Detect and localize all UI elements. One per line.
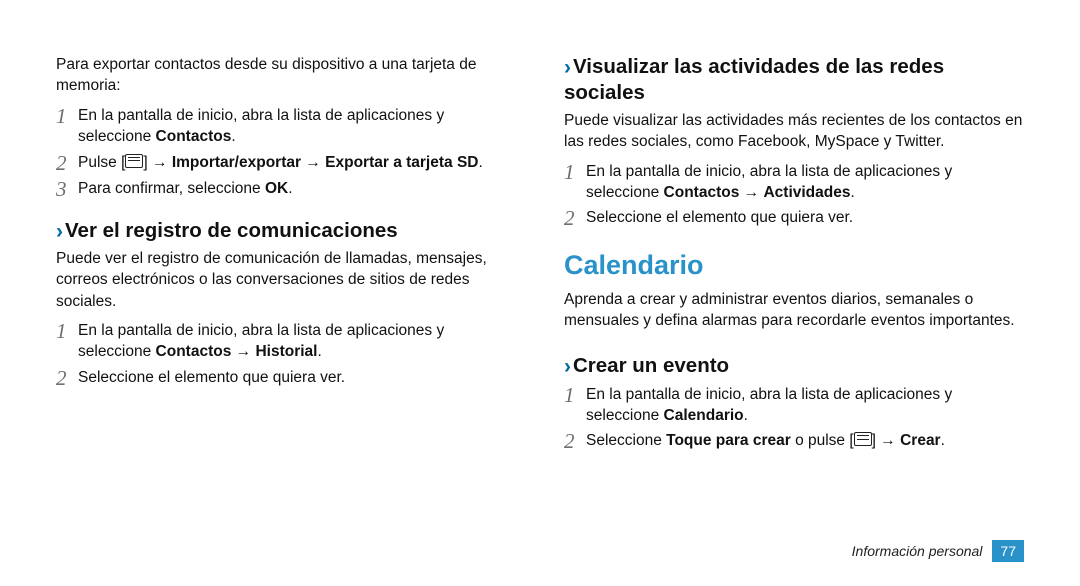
step-body: Seleccione el elemento que quiera ver. — [586, 207, 1024, 228]
heading-sociales: ›Visualizar las actividades de las redes… — [564, 54, 1024, 106]
step-number: 1 — [564, 385, 586, 406]
chevron-right-icon: › — [564, 355, 571, 378]
menu-icon — [125, 154, 143, 168]
heading-calendario: Calendario — [564, 247, 1024, 284]
page-footer: Información personal 77 — [852, 540, 1024, 562]
sociales-intro: Puede visualizar las actividades más rec… — [564, 110, 1024, 153]
step-body: En la pantalla de inicio, abra la lista … — [586, 384, 1024, 427]
footer-section-label: Información personal — [852, 543, 983, 559]
menu-icon — [854, 432, 872, 446]
sociales-step-1: 1 En la pantalla de inicio, abra la list… — [564, 161, 1024, 204]
right-column: ›Visualizar las actividades de las redes… — [564, 54, 1024, 456]
calendario-intro: Aprenda a crear y administrar eventos di… — [564, 289, 1024, 332]
evento-step-1: 1 En la pantalla de inicio, abra la list… — [564, 384, 1024, 427]
step-body: En la pantalla de inicio, abra la lista … — [78, 105, 516, 148]
step-number: 1 — [56, 106, 78, 127]
registro-intro: Puede ver el registro de comunicación de… — [56, 248, 516, 312]
page-number: 77 — [992, 540, 1024, 562]
step-number: 1 — [564, 162, 586, 183]
heading-crear-evento: ›Crear un evento — [564, 353, 1024, 379]
step-number: 2 — [56, 153, 78, 174]
heading-registro: ›Ver el registro de comunicaciones — [56, 218, 516, 244]
step-number: 1 — [56, 321, 78, 342]
sociales-step-2: 2 Seleccione el elemento que quiera ver. — [564, 207, 1024, 229]
step-number: 3 — [56, 179, 78, 200]
export-step-1: 1 En la pantalla de inicio, abra la list… — [56, 105, 516, 148]
step-number: 2 — [564, 431, 586, 452]
chevron-right-icon: › — [56, 220, 63, 243]
step-body: En la pantalla de inicio, abra la lista … — [586, 161, 1024, 204]
step-number: 2 — [564, 208, 586, 229]
step-body: Seleccione el elemento que quiera ver. — [78, 367, 516, 388]
registro-step-2: 2 Seleccione el elemento que quiera ver. — [56, 367, 516, 389]
step-body: Pulse [] → Importar/exportar → Exportar … — [78, 152, 516, 173]
export-intro: Para exportar contactos desde su disposi… — [56, 54, 516, 97]
step-body: Seleccione Toque para crear o pulse [] →… — [586, 430, 1024, 451]
left-column: Para exportar contactos desde su disposi… — [56, 54, 516, 456]
export-step-2: 2 Pulse [] → Importar/exportar → Exporta… — [56, 152, 516, 174]
chevron-right-icon: › — [564, 56, 571, 79]
step-body: Para confirmar, seleccione OK. — [78, 178, 516, 199]
evento-step-2: 2 Seleccione Toque para crear o pulse []… — [564, 430, 1024, 452]
step-number: 2 — [56, 368, 78, 389]
export-step-3: 3 Para confirmar, seleccione OK. — [56, 178, 516, 200]
step-body: En la pantalla de inicio, abra la lista … — [78, 320, 516, 363]
registro-step-1: 1 En la pantalla de inicio, abra la list… — [56, 320, 516, 363]
